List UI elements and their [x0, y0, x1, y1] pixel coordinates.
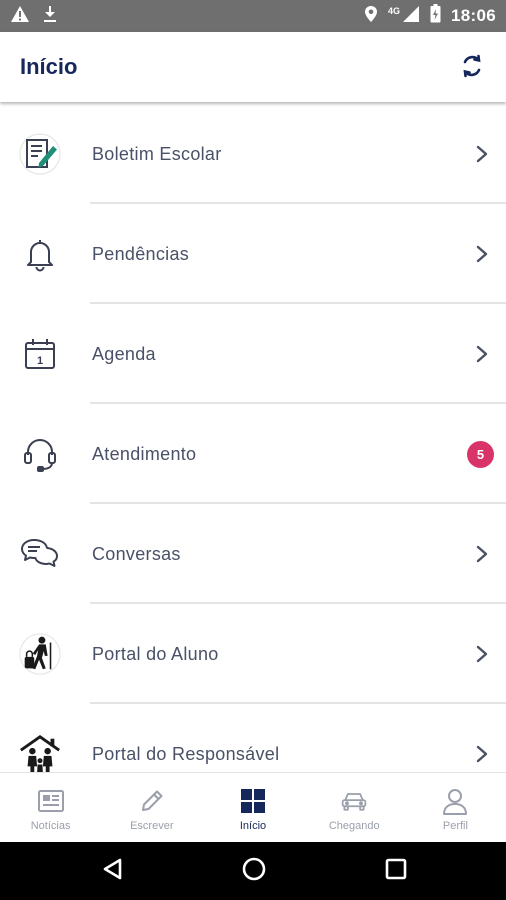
- back-button[interactable]: [98, 856, 128, 886]
- chevron-right-icon: [474, 244, 490, 264]
- menu-item-agenda[interactable]: 1 Agenda: [0, 304, 506, 404]
- chevron-right-icon: [474, 344, 490, 364]
- download-icon: [42, 5, 58, 28]
- nav-item-noticias[interactable]: Notícias: [0, 773, 101, 842]
- refresh-icon: [459, 53, 485, 84]
- battery-icon: [430, 4, 441, 28]
- family-icon: [18, 732, 62, 772]
- status-time: 18:06: [451, 6, 496, 25]
- location-icon: [364, 5, 378, 28]
- chevron-right-icon: [474, 644, 490, 664]
- status-left: [10, 0, 58, 32]
- recents-button[interactable]: [381, 856, 411, 886]
- notification-badge: 5: [467, 441, 494, 468]
- back-triangle-icon: [101, 857, 125, 886]
- nav-label: Escrever: [130, 820, 174, 832]
- menu-item-label: Atendimento: [92, 444, 197, 464]
- menu-item-portal-do-aluno[interactable]: Portal do Aluno: [0, 604, 506, 704]
- menu-item-label: Portal do Aluno: [92, 644, 219, 664]
- status-right: 4G 18:06: [364, 0, 496, 32]
- report-card-icon: [18, 132, 62, 176]
- warning-icon: [10, 5, 30, 28]
- nav-label: Perfil: [442, 820, 468, 832]
- car-icon: [340, 787, 368, 815]
- menu-item-conversas[interactable]: Conversas: [0, 504, 506, 604]
- menu-item-label: Portal do Responsável: [92, 744, 280, 764]
- pencil-icon: [138, 787, 166, 815]
- recents-square-icon: [385, 858, 407, 885]
- menu-item-label: Conversas: [92, 544, 181, 564]
- network-type: 4G: [388, 6, 401, 16]
- headset-icon: [18, 432, 62, 476]
- nav-item-inicio[interactable]: Início: [202, 773, 303, 842]
- grid-icon: [239, 787, 267, 815]
- menu-item-atendimento[interactable]: Atendimento 5: [0, 404, 506, 504]
- menu-item-boletim-escolar[interactable]: Boletim Escolar: [0, 104, 506, 204]
- chat-bubbles-icon: [18, 532, 62, 576]
- menu-item-pendencias[interactable]: Pendências: [0, 204, 506, 304]
- home-button[interactable]: [239, 856, 269, 886]
- menu-item-label: Pendências: [92, 244, 190, 264]
- home-circle-icon: [241, 856, 267, 887]
- nav-label: Início: [239, 820, 267, 832]
- bottom-nav: Notícias Escrever Início Chegando Perfil: [0, 772, 506, 842]
- menu-item-portal-do-responsavel[interactable]: Portal do Responsável: [0, 704, 506, 772]
- newspaper-icon: [37, 787, 65, 815]
- nav-label: Notícias: [30, 820, 71, 832]
- nav-item-perfil[interactable]: Perfil: [405, 773, 506, 842]
- bell-icon: [18, 232, 62, 276]
- page-title: Início: [20, 54, 78, 79]
- calendar-day-text: 1: [37, 355, 43, 367]
- chevron-right-icon: [474, 544, 490, 564]
- student-icon: [18, 632, 62, 676]
- status-bar: 4G 18:06: [0, 0, 506, 32]
- refresh-button[interactable]: [456, 52, 488, 84]
- menu-item-label: Boletim Escolar: [92, 144, 222, 164]
- chevron-right-icon: [474, 144, 490, 164]
- calendar-icon: 1: [18, 332, 62, 376]
- nav-item-chegando[interactable]: Chegando: [304, 773, 405, 842]
- nav-item-escrever[interactable]: Escrever: [101, 773, 202, 842]
- system-nav-bar: [0, 842, 506, 900]
- signal-icon: [402, 5, 420, 28]
- app-header: Início: [0, 32, 506, 102]
- menu-item-label: Agenda: [92, 344, 156, 364]
- nav-label: Chegando: [328, 820, 380, 832]
- user-icon: [441, 787, 469, 815]
- chevron-right-icon: [474, 744, 490, 764]
- menu-list: Boletim Escolar Pendências 1 Agenda Aten…: [0, 104, 506, 772]
